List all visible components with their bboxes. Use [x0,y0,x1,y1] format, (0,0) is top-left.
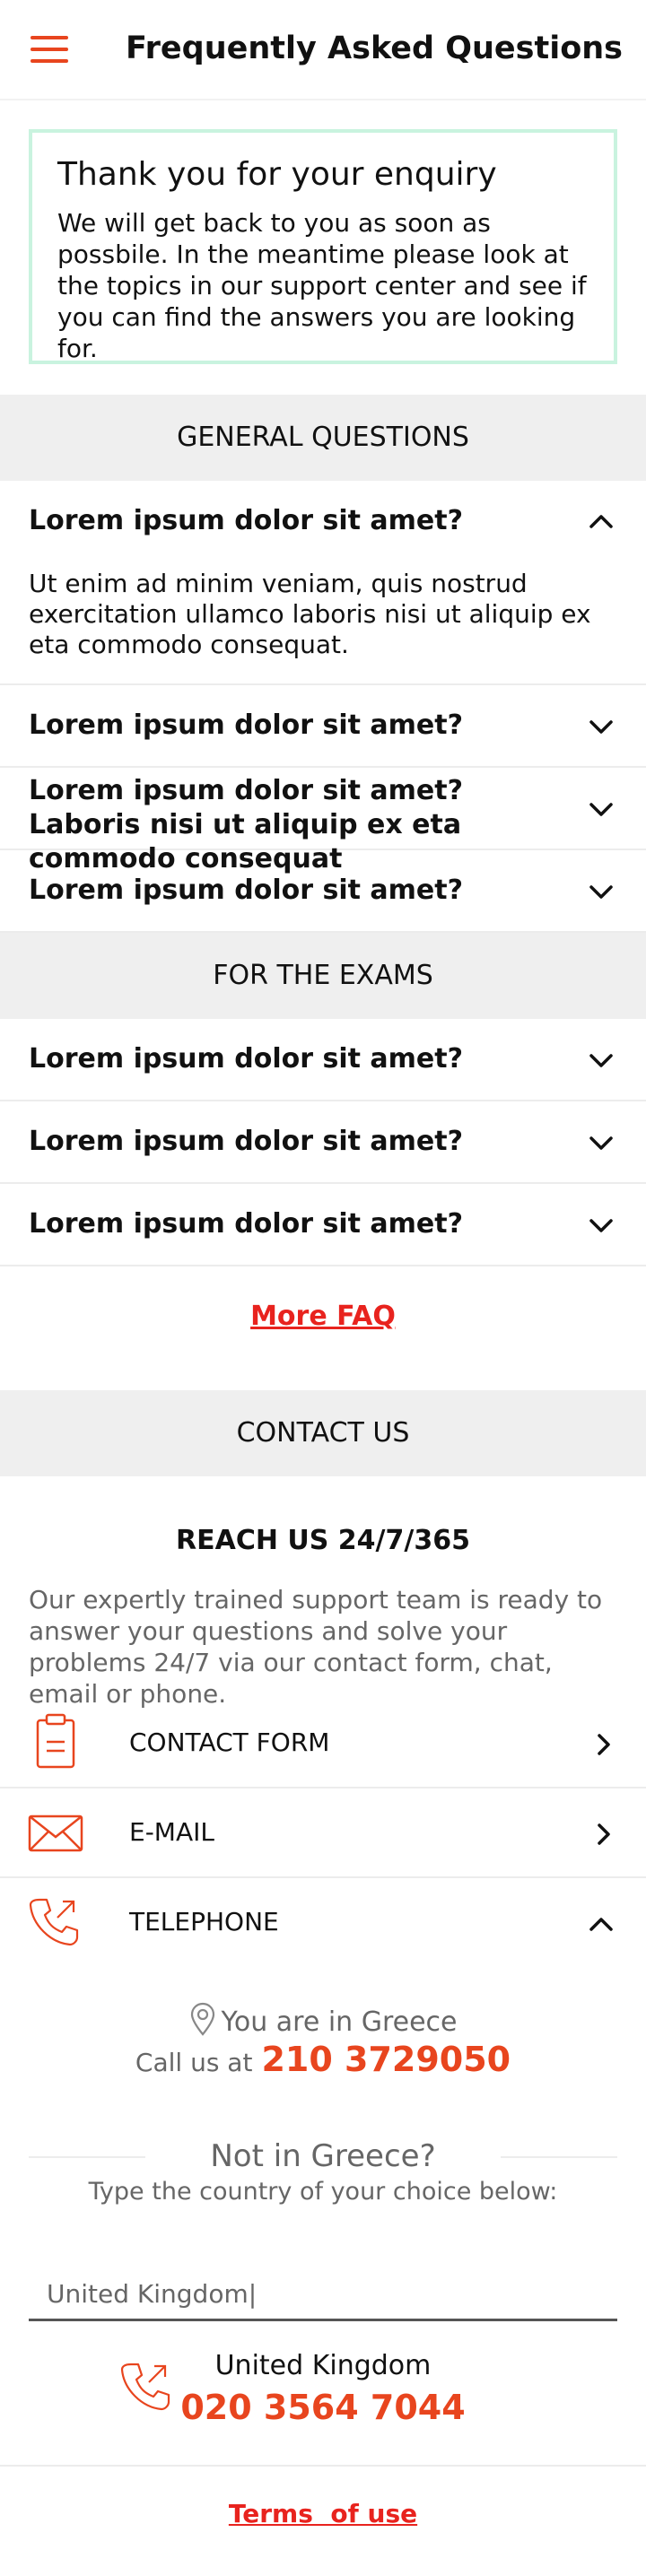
notice-body: We will get back to you as soon as possb… [57,208,587,363]
chevron-down-icon[interactable] [589,1218,614,1234]
call-us-line: Call us at 210 3729050 [0,2040,646,2079]
country-input[interactable] [29,2269,617,2321]
terms-of-use-link[interactable]: Terms of use [0,2499,646,2528]
terms-of-use-text: Terms of use [228,2499,418,2528]
call-us-label: Call us at [135,2048,253,2077]
faq-item[interactable]: Lorem ipsum dolor sit amet? [0,1184,646,1266]
faq-item[interactable]: Lorem ipsum dolor sit amet? [0,1101,646,1184]
type-country-hint: Type the country of your choice below: [88,2178,558,2206]
faq-item[interactable]: Lorem ipsum dolor sit amet? [0,850,646,933]
location-line: You are in Greece [0,2002,646,2038]
faq-question[interactable]: Lorem ipsum dolor sit amet? [29,1042,558,1076]
faq-item[interactable]: Lorem ipsum dolor sit amet? Ut enim ad m… [0,481,646,685]
chevron-down-icon[interactable] [589,802,614,818]
chevron-right-icon [598,1823,610,1845]
chevron-right-icon [598,1734,610,1755]
faq-answer: Ut enim ad minim veniam, quis nostrud ex… [29,569,591,659]
envelope-icon [28,1815,83,1852]
telephone-label: TELEPHONE [129,1907,279,1936]
section-general-questions: GENERAL QUESTIONS [0,395,646,481]
chevron-down-icon[interactable] [589,719,614,735]
app-header: Frequently Asked Questions [0,0,646,100]
faq-item[interactable]: Lorem ipsum dolor sit amet? Laboris nisi… [0,768,646,875]
email-option[interactable]: E-MAIL [0,1788,646,1878]
chevron-down-icon[interactable] [589,884,614,901]
chevron-down-icon[interactable] [589,1136,614,1152]
not-in-greece-heading: Not in Greece? [210,2138,436,2174]
reach-us-text: Our expertly trained support team is rea… [29,1585,603,1709]
email-label: E-MAIL [129,1817,214,1847]
faq-question[interactable]: Lorem ipsum dolor sit amet? [29,1207,558,1241]
faq-question[interactable]: Lorem ipsum dolor sit amet? [29,874,558,908]
enquiry-notice: Thank you for your enquiry We will get b… [29,129,617,364]
page-title: Frequently Asked Questions [126,30,624,66]
faq-item[interactable]: Lorem ipsum dolor sit amet? [0,1019,646,1101]
chevron-up-icon[interactable] [589,513,614,529]
faq-question[interactable]: Lorem ipsum dolor sit amet? [29,1125,558,1159]
location-text: You are in Greece [221,2006,458,2038]
phone-icon [29,1898,79,1946]
faq-question[interactable]: Lorem ipsum dolor sit amet? [29,709,558,743]
greece-phone-number[interactable]: 210 3729050 [261,2040,511,2079]
faq-item[interactable]: Lorem ipsum dolor sit amet? [0,685,646,768]
faq-question[interactable]: Lorem ipsum dolor sit amet? [29,504,558,538]
contact-form-label: CONTACT FORM [129,1727,330,1757]
country-result: United Kingdom 020 3564 7044 [0,2350,646,2467]
notice-title: Thank you for your enquiry [57,156,497,193]
hamburger-menu-icon[interactable] [31,36,68,63]
reach-us-title: REACH US 24/7/365 [176,1525,470,1556]
result-country-name: United Kingdom [214,2350,432,2381]
section-contact-us: CONTACT US [0,1390,646,1476]
contact-form-option[interactable]: CONTACT FORM [0,1699,646,1788]
clipboard-icon [36,1713,75,1769]
more-faq-link[interactable]: More FAQ [0,1301,646,1332]
telephone-option[interactable]: TELEPHONE [0,1878,646,1968]
location-pin-icon [190,2002,214,2036]
chevron-up-icon [589,1918,613,1931]
result-phone-number[interactable]: 020 3564 7044 [0,2388,646,2427]
chevron-down-icon[interactable] [589,1053,614,1069]
section-for-the-exams: FOR THE EXAMS [0,933,646,1019]
